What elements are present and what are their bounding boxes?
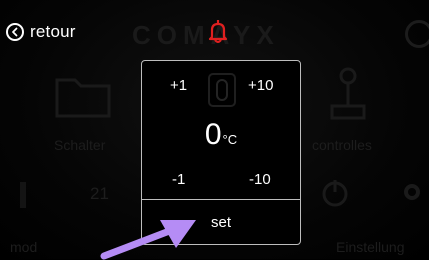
bottom-left-label: mod	[10, 239, 38, 255]
circle-chevron-left-icon	[6, 23, 24, 41]
increment-10-button[interactable]: +10	[248, 77, 273, 94]
divider-bar-icon	[20, 182, 26, 208]
brand-logo: COMAYX	[132, 20, 280, 50]
increment-1-button[interactable]: +1	[170, 77, 187, 94]
power-icon	[322, 180, 348, 207]
back-label: retour	[30, 22, 76, 41]
arrow-pointer-icon	[100, 220, 196, 260]
tile-right-label: controlles	[312, 137, 372, 153]
setpoint-value: 0	[204, 118, 222, 151]
setpoint-readout: 0°C	[142, 118, 300, 152]
joystick-icon	[330, 67, 366, 120]
background-readout: 21	[90, 184, 109, 203]
bottom-right-label: Einstellung	[336, 239, 405, 255]
decrement-10-button[interactable]: -10	[249, 171, 271, 188]
thermostat-icon	[208, 73, 236, 107]
setpoint-unit: °C	[222, 132, 238, 147]
settings-icon	[405, 20, 429, 48]
folder-icon	[55, 78, 111, 118]
tile-left-label: Schalter	[54, 137, 106, 153]
decrement-1-button[interactable]: -1	[172, 171, 185, 188]
bell-icon	[208, 20, 228, 43]
back-button[interactable]: retour	[6, 22, 76, 42]
gear-icon	[404, 184, 420, 200]
